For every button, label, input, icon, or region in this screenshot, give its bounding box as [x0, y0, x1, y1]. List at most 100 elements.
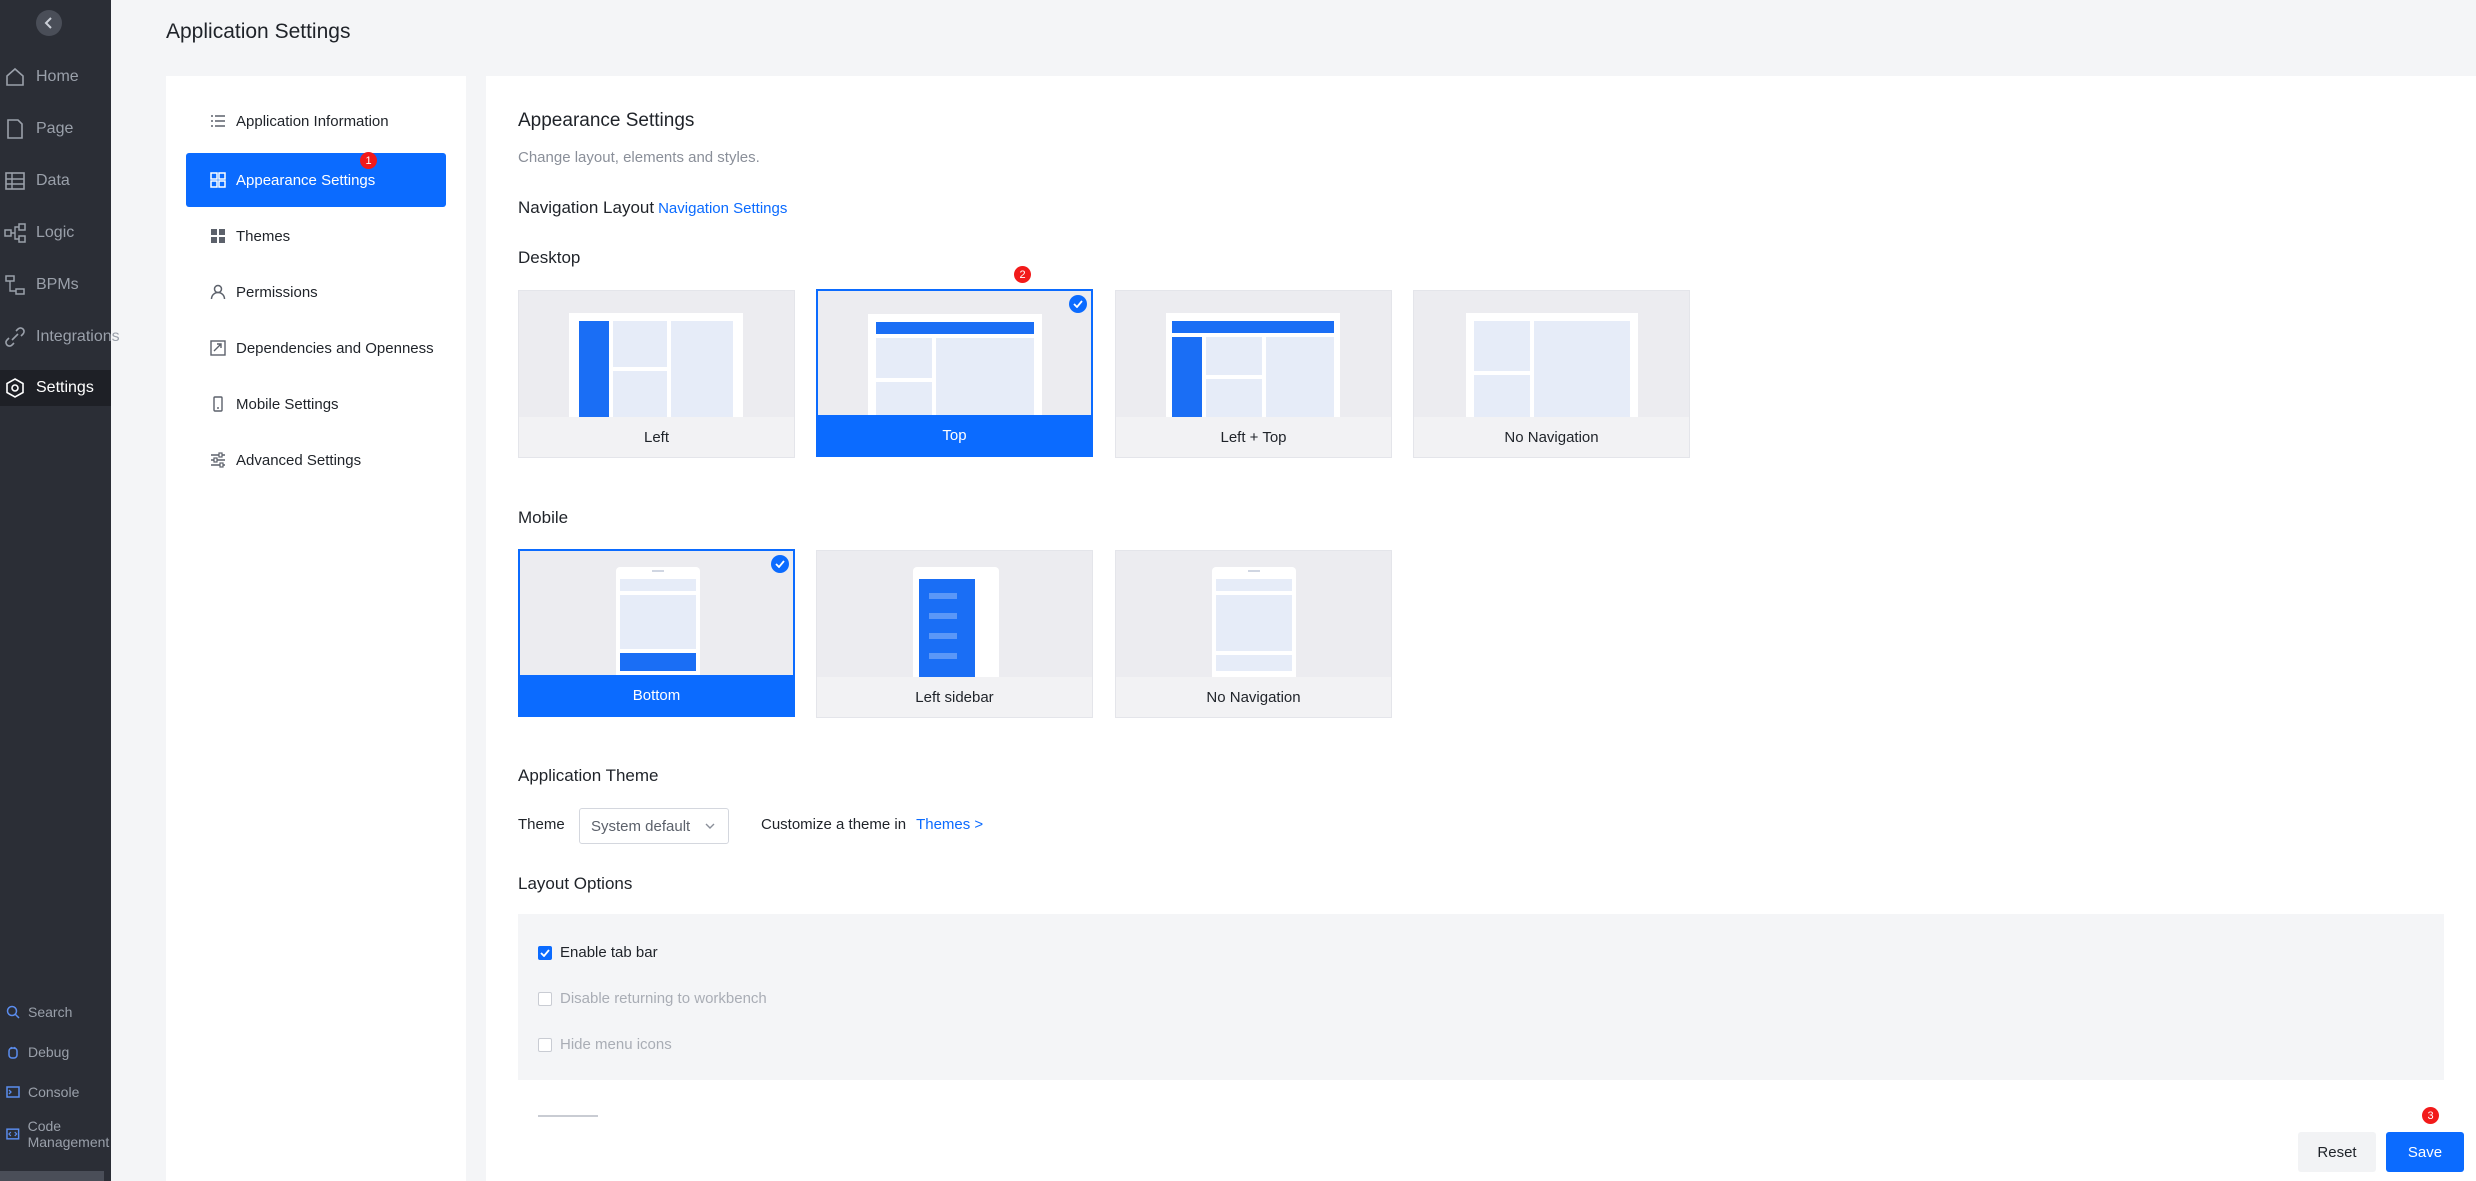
- option-label: Disable returning to workbench: [560, 990, 767, 1007]
- rail-item-label: Logic: [36, 224, 75, 241]
- rail-item-data[interactable]: Data: [0, 163, 111, 199]
- nav-item-dependencies-and-openness[interactable]: Dependencies and Openness: [186, 321, 446, 375]
- rail-item-label: Page: [36, 120, 74, 137]
- nav-item-label: Mobile Settings: [236, 395, 339, 413]
- clipped-section-heading: [518, 1112, 618, 1118]
- rail-item-home[interactable]: Home: [0, 59, 111, 95]
- checkbox[interactable]: [538, 991, 552, 1006]
- layout-options-label: Layout Options: [518, 874, 633, 893]
- rail-bottom-label: Debug: [28, 1044, 70, 1060]
- desktop-layout-top[interactable]: Top: [816, 289, 1093, 457]
- nav-item-mobile-settings[interactable]: Mobile Settings: [186, 377, 446, 431]
- desktop-layout-left-top[interactable]: Left + Top: [1115, 290, 1392, 458]
- mobile-icon: [213, 396, 223, 412]
- rail-item-label: BPMs: [36, 276, 79, 293]
- home-icon: [6, 67, 24, 86]
- layout-option-label: Left + Top: [1116, 417, 1391, 457]
- nav-item-label: Themes: [236, 227, 291, 245]
- settings-icon: [6, 378, 24, 398]
- nav-item-permissions[interactable]: Permissions: [186, 265, 446, 319]
- layout-preview: [868, 314, 1042, 420]
- chevron-down-icon: [705, 823, 715, 829]
- rail-search[interactable]: Search: [0, 1004, 111, 1020]
- page-title: Application Settings: [166, 20, 351, 43]
- themes-link[interactable]: Themes >: [916, 816, 983, 833]
- rail-item-label: Settings: [36, 379, 94, 396]
- integrations-icon: [5, 327, 25, 347]
- rail-bottom-label: Console: [28, 1084, 80, 1100]
- option-label: Hide menu icons: [560, 1036, 672, 1053]
- bpms-icon: [5, 275, 25, 295]
- nav-item-label: Application Information: [236, 112, 389, 130]
- rail-bottom-label: Search: [28, 1004, 73, 1020]
- desktop-layout-no-navigation[interactable]: No Navigation: [1413, 290, 1690, 458]
- rail-code-management[interactable]: Code Management: [0, 1118, 111, 1150]
- annotation-badge-1: 1: [360, 152, 377, 169]
- rail-bottom-label: Code Management: [27, 1118, 110, 1150]
- selected-check-icon: [771, 555, 789, 573]
- checkbox[interactable]: [538, 945, 552, 960]
- checkbox[interactable]: [538, 1037, 552, 1052]
- rail-item-page[interactable]: Page: [0, 111, 111, 147]
- app-theme-label: Application Theme: [518, 766, 659, 785]
- sliders-icon: [211, 452, 225, 468]
- mobile-layout-bottom[interactable]: Bottom: [518, 549, 795, 717]
- settings-nav: Application Information Appearance Setti…: [166, 76, 466, 1181]
- layout-preview: [1212, 567, 1296, 677]
- rail-item-settings[interactable]: Settings: [0, 370, 111, 406]
- nav-item-label: Advanced Settings: [236, 451, 362, 469]
- navigation-settings-link[interactable]: Navigation Settings: [658, 200, 787, 217]
- mobile-layout-left-sidebar[interactable]: Left sidebar: [816, 550, 1093, 718]
- theme-select-value: System default: [591, 817, 691, 835]
- option-disable-returning-to-workbench[interactable]: Disable returning to workbench: [538, 990, 767, 1007]
- data-icon: [5, 172, 25, 190]
- option-enable-tab-bar[interactable]: Enable tab bar: [538, 944, 658, 961]
- chevron-left-icon: [44, 17, 52, 29]
- layout-preview: [1166, 313, 1340, 419]
- reset-button[interactable]: Reset: [2298, 1132, 2376, 1172]
- layout-option-label: Bottom: [520, 675, 793, 715]
- customize-text: Customize a theme in: [761, 816, 907, 833]
- rail-item-label: Integrations: [36, 328, 120, 345]
- section-title: Appearance Settings: [518, 110, 695, 131]
- rail-item-logic[interactable]: Logic: [0, 215, 111, 251]
- theme-field-label: Theme: [518, 816, 565, 833]
- desktop-layout-left[interactable]: Left: [518, 290, 795, 458]
- grid-icon: [211, 229, 225, 243]
- layout-preview: [616, 567, 700, 677]
- mobile-layout-no-navigation[interactable]: No Navigation: [1115, 550, 1392, 718]
- nav-item-label: Appearance Settings: [236, 171, 376, 189]
- save-button[interactable]: Save: [2386, 1132, 2464, 1172]
- layout-option-label: No Navigation: [1116, 677, 1391, 717]
- rail-debug[interactable]: Debug: [0, 1044, 111, 1060]
- page-icon: [7, 119, 23, 139]
- link-icon: [210, 340, 226, 356]
- nav-item-advanced-settings[interactable]: Advanced Settings: [186, 433, 446, 487]
- nav-item-appearance-settings[interactable]: Appearance Settings: [186, 153, 446, 207]
- rail-item-integrations[interactable]: Integrations: [0, 319, 120, 355]
- nav-item-label: Permissions: [236, 283, 318, 301]
- nav-layout-row: Navigation Layout Navigation Settings: [518, 198, 787, 218]
- layout-preview: [1466, 313, 1638, 419]
- layout-option-label: No Navigation: [1414, 417, 1689, 457]
- appearance-settings-panel: Appearance Settings Change layout, eleme…: [486, 76, 2476, 1181]
- theme-select[interactable]: System default: [579, 808, 729, 844]
- debug-icon: [8, 1046, 18, 1059]
- nav-layout-label: Navigation Layout: [518, 198, 655, 217]
- rail-item-label: Data: [36, 172, 70, 189]
- mobile-label: Mobile: [518, 508, 569, 527]
- collapse-rail-button[interactable]: [36, 10, 62, 36]
- rail-scrollbar[interactable]: [0, 1171, 104, 1181]
- rail-console[interactable]: Console: [0, 1084, 111, 1100]
- annotation-badge-3: 3: [2422, 1107, 2439, 1124]
- desktop-label: Desktop: [518, 248, 581, 267]
- nav-item-label: Dependencies and Openness: [236, 339, 434, 357]
- nav-item-themes[interactable]: Themes: [186, 209, 446, 263]
- search-icon: [6, 1005, 20, 1019]
- nav-item-application-information[interactable]: Application Information: [186, 94, 446, 148]
- rail-item-bpms[interactable]: BPMs: [0, 267, 111, 303]
- customize-theme-row: Customize a theme in Themes >: [761, 816, 983, 833]
- option-hide-menu-icons[interactable]: Hide menu icons: [538, 1036, 672, 1053]
- code-management-icon: [6, 1128, 20, 1140]
- annotation-badge-2: 2: [1014, 266, 1031, 283]
